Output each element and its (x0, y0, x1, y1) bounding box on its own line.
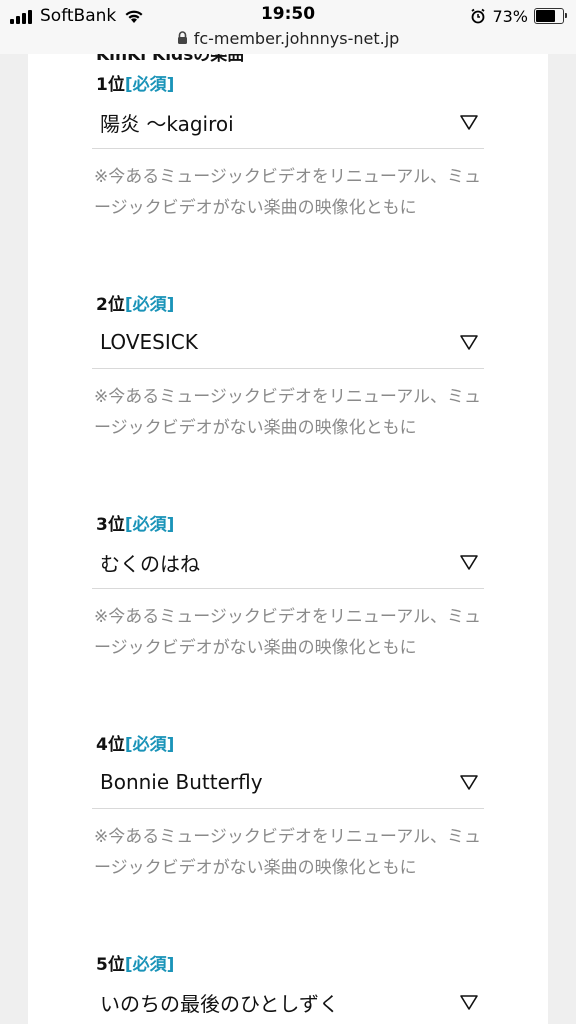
rank-number: 4位 (96, 735, 125, 755)
alarm-icon (471, 8, 485, 24)
battery-icon (534, 8, 567, 24)
dropdown-triangle-icon[interactable] (458, 551, 480, 573)
item-note: ※今あるミュージックビデオをリニューアル、ミュージックビデオがない楽曲の映像化と… (94, 827, 482, 878)
song-select-value[interactable]: いのちの最後のひとしずく (92, 988, 458, 1017)
rank-number: 3位 (96, 515, 125, 535)
rank-number: 5位 (96, 955, 125, 975)
status-bar: SoftBank 19:50 73% fc-member.johnnys-net… (0, 0, 576, 54)
item-note: ※今あるミュージックビデオをリニューアル、ミュージックビデオがない楽曲の映像化と… (94, 387, 482, 438)
song-select-value[interactable]: むくのはね (92, 548, 458, 577)
battery-percent: 73% (492, 6, 528, 26)
rank-label: 1位[必須] (96, 70, 174, 95)
url-text[interactable]: fc-member.johnnys-net.jp (194, 29, 400, 48)
song-select-value[interactable]: LOVESICK (92, 330, 458, 354)
status-right: 73% (470, 4, 567, 28)
url-bar[interactable]: fc-member.johnnys-net.jp (0, 28, 576, 48)
item-note: ※今あるミュージックビデオをリニューアル、ミュージックビデオがない楽曲の映像化と… (94, 167, 482, 218)
song-select[interactable]: むくのはね (92, 536, 484, 589)
dropdown-triangle-icon[interactable] (458, 771, 480, 793)
required-badge: [必須] (124, 515, 175, 535)
required-badge: [必須] (124, 295, 175, 315)
song-select[interactable]: Bonnie Butterfly (92, 756, 484, 809)
dropdown-triangle-icon[interactable] (458, 111, 480, 133)
song-select[interactable]: 陽炎 〜kagiroi (92, 96, 484, 149)
song-select-value[interactable]: 陽炎 〜kagiroi (92, 108, 458, 137)
required-badge: [必須] (124, 955, 175, 975)
required-badge: [必須] (124, 735, 175, 755)
rank-number: 2位 (96, 295, 125, 315)
song-select[interactable]: いのちの最後のひとしずく (92, 976, 484, 1024)
rank-label: 5位[必須] (96, 950, 174, 975)
required-badge: [必須] (124, 75, 175, 95)
section-heading: KinKi Kidsの楽曲 (96, 54, 245, 65)
rank-label: 3位[必須] (96, 510, 174, 535)
song-select[interactable]: LOVESICK (92, 316, 484, 369)
rank-label: 2位[必須] (96, 290, 174, 315)
lock-icon (177, 31, 187, 44)
song-select-value[interactable]: Bonnie Butterfly (92, 770, 458, 794)
rank-label: 4位[必須] (96, 730, 174, 755)
main-content: KinKi Kidsの楽曲 1位[必須] 陽炎 〜kagiroi ※今あるミュージッ… (28, 54, 548, 1024)
item-note: ※今あるミュージックビデオをリニューアル、ミュージックビデオがない楽曲の映像化と… (94, 607, 482, 658)
rank-number: 1位 (96, 75, 125, 95)
dropdown-triangle-icon[interactable] (458, 331, 480, 353)
dropdown-triangle-icon[interactable] (458, 991, 480, 1013)
